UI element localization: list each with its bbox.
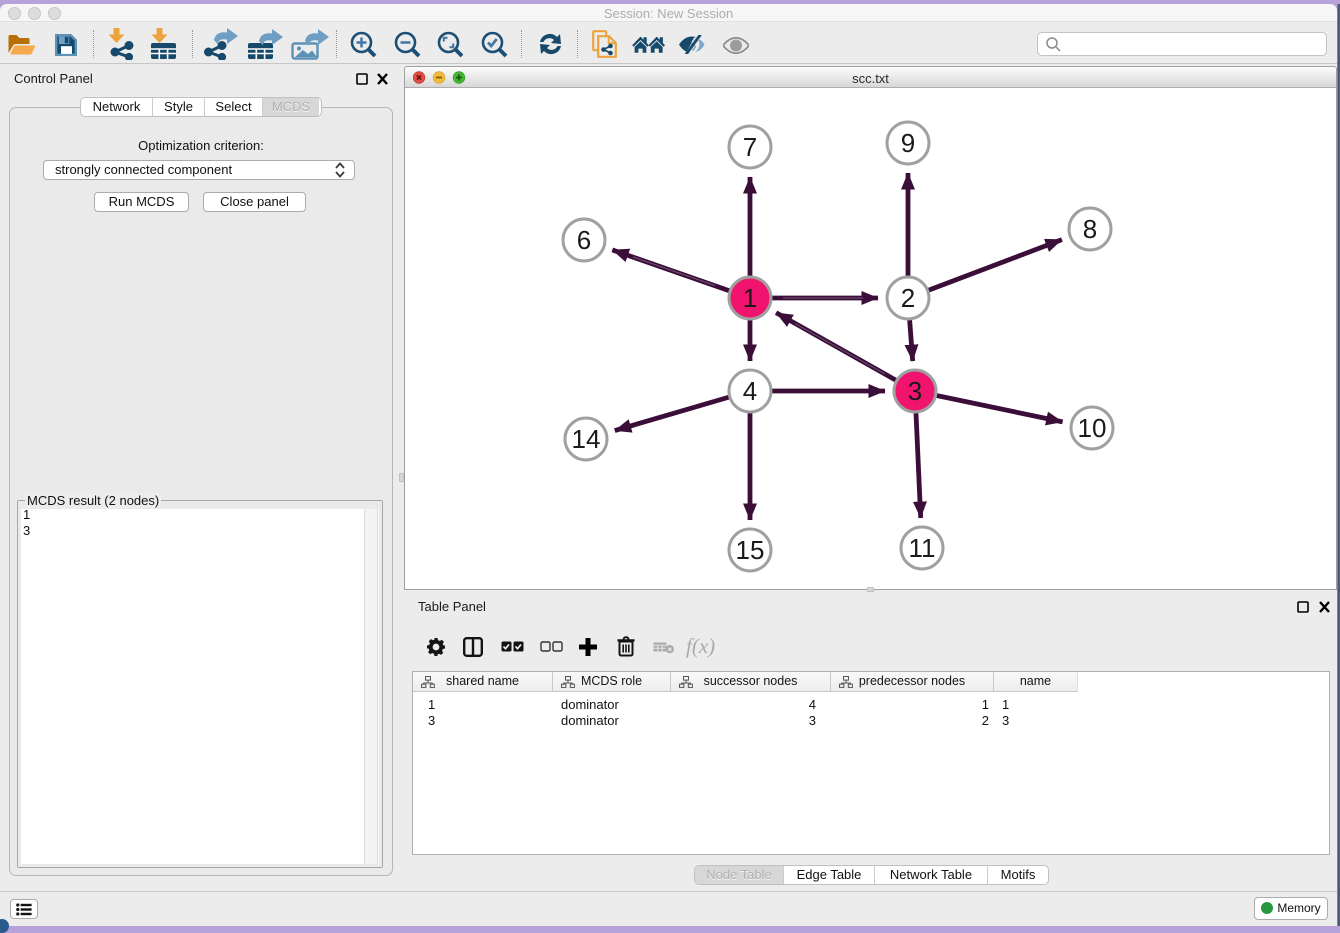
svg-text:8: 8: [1083, 214, 1097, 244]
svg-text:15: 15: [736, 535, 765, 565]
svg-text:2: 2: [901, 283, 915, 313]
svg-text:14: 14: [572, 424, 601, 454]
svg-text:1: 1: [743, 283, 757, 313]
svg-text:3: 3: [908, 376, 922, 406]
svg-text:9: 9: [901, 128, 915, 158]
svg-text:11: 11: [909, 533, 936, 563]
svg-text:4: 4: [743, 376, 757, 406]
svg-text:7: 7: [743, 132, 757, 162]
svg-text:10: 10: [1078, 413, 1107, 443]
svg-text:6: 6: [577, 225, 591, 255]
